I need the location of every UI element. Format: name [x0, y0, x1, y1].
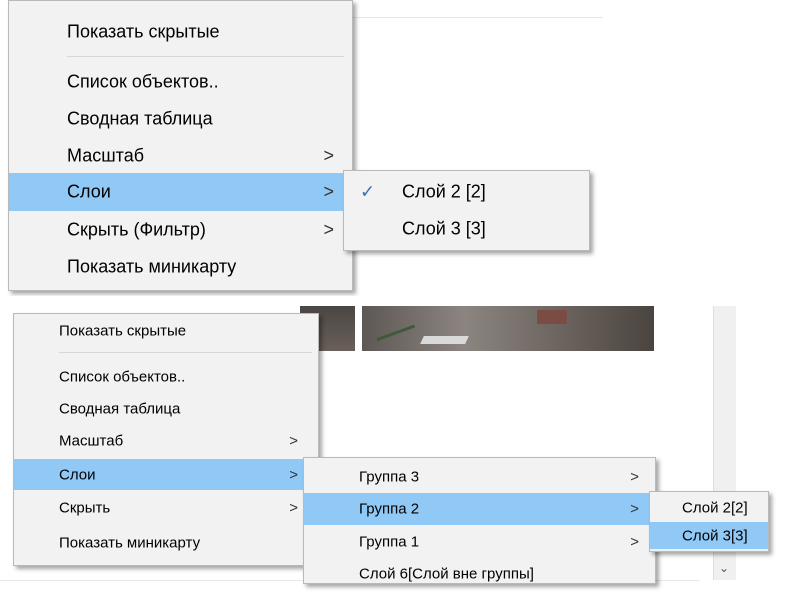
layers-submenu-bottom: Слой 2[2] Слой 3[3] [649, 491, 769, 552]
menu-item-label: Слои [59, 466, 96, 483]
menu-item-hide-filter[interactable]: Скрыть (Фильтр) > [9, 211, 352, 249]
menu-separator [67, 56, 344, 57]
menu-item-label: Масштаб [59, 432, 124, 450]
menu-item-show-minimap[interactable]: Показать миникарту [9, 248, 352, 286]
image-thumbnail[interactable] [362, 303, 654, 351]
menu-item-label: Список объектов.. [67, 71, 219, 92]
menu-item-label: Скрыть [59, 499, 111, 517]
submenu-item-label: Слой 2 [2] [402, 181, 486, 202]
box-shape [537, 310, 567, 324]
submenu-item-group-2[interactable]: Группа 2 > [304, 493, 655, 525]
context-menu-bottom: Показать скрытые Список объектов.. Сводн… [13, 313, 319, 566]
submenu-item-layer-2[interactable]: ✓ Слой 2 [2] [344, 173, 589, 211]
submenu-item-label: Слой 6[Слой вне группы] [359, 565, 534, 583]
chevron-right-icon: > [630, 533, 639, 551]
layers-submenu-top: ✓ Слой 2 [2] Слой 3 [3] [343, 170, 590, 251]
menu-item-show-minimap[interactable]: Показать миникарту [14, 528, 318, 558]
menu-item-object-list[interactable]: Список объектов.. [9, 63, 352, 101]
chevron-right-icon: > [323, 145, 334, 166]
submenu-item-label: Группа 1 [359, 533, 420, 551]
menu-item-label: Слои [67, 181, 111, 202]
menu-item-pivot-table[interactable]: Сводная таблица [9, 100, 352, 138]
plant-shape [368, 303, 416, 342]
submenu-item-layer-2[interactable]: Слой 2[2] [650, 494, 768, 521]
menu-item-label: Масштаб [67, 145, 145, 166]
menu-item-layers[interactable]: Слои > [9, 173, 352, 211]
desk-shape [420, 336, 469, 344]
submenu-item-group-3[interactable]: Группа 3 > [304, 462, 655, 492]
chevron-right-icon: > [630, 500, 639, 518]
checkmark-icon: ✓ [360, 181, 376, 202]
menu-item-label: Сводная таблица [67, 108, 213, 129]
submenu-item-label: Группа 3 [359, 468, 420, 486]
menu-item-show-hidden[interactable]: Показать скрытые [14, 316, 318, 346]
chevron-right-icon: > [289, 499, 298, 517]
submenu-item-label: Группа 2 [359, 500, 420, 518]
menu-item-scale[interactable]: Масштаб > [14, 426, 318, 456]
groups-submenu: Группа 3 > Группа 2 > Группа 1 > Слой 6[… [303, 457, 656, 584]
submenu-item-label: Слой 2[2] [682, 499, 748, 516]
menu-item-scale[interactable]: Масштаб > [9, 137, 352, 175]
menu-item-label: Показать миникарту [59, 534, 201, 552]
menu-item-label: Сводная таблица [59, 400, 181, 418]
menu-item-label: Показать скрытые [59, 322, 187, 340]
background-divider [353, 17, 603, 18]
submenu-item-layer-3[interactable]: Слой 3[3] [650, 522, 768, 549]
submenu-item-label: Слой 3 [3] [402, 218, 486, 239]
chevron-right-icon: > [323, 219, 334, 240]
menu-item-pivot-table[interactable]: Сводная таблица [14, 394, 318, 424]
submenu-item-layer-3[interactable]: Слой 3 [3] [344, 210, 589, 248]
chevron-right-icon: > [323, 181, 334, 202]
submenu-item-group-1[interactable]: Группа 1 > [304, 527, 655, 557]
menu-separator [59, 352, 312, 353]
menu-item-label: Список объектов.. [59, 368, 186, 386]
menu-item-object-list[interactable]: Список объектов.. [14, 362, 318, 392]
chevron-down-icon[interactable]: ⌄ [713, 556, 735, 580]
submenu-item-layer-6[interactable]: Слой 6[Слой вне группы] [304, 559, 655, 589]
menu-item-label: Показать миникарту [67, 256, 237, 277]
context-menu-top: Показать скрытые Список объектов.. Сводн… [8, 0, 353, 291]
menu-item-label: Показать скрытые [67, 21, 220, 42]
submenu-item-label: Слой 3[3] [682, 527, 748, 544]
chevron-right-icon: > [289, 466, 298, 483]
chevron-right-icon: > [289, 432, 298, 450]
menu-item-layers[interactable]: Слои > [14, 459, 318, 490]
menu-item-show-hidden[interactable]: Показать скрытые [9, 13, 352, 51]
menu-item-label: Скрыть (Фильтр) [67, 219, 206, 240]
menu-item-hide[interactable]: Скрыть > [14, 493, 318, 523]
chevron-right-icon: > [630, 468, 639, 486]
